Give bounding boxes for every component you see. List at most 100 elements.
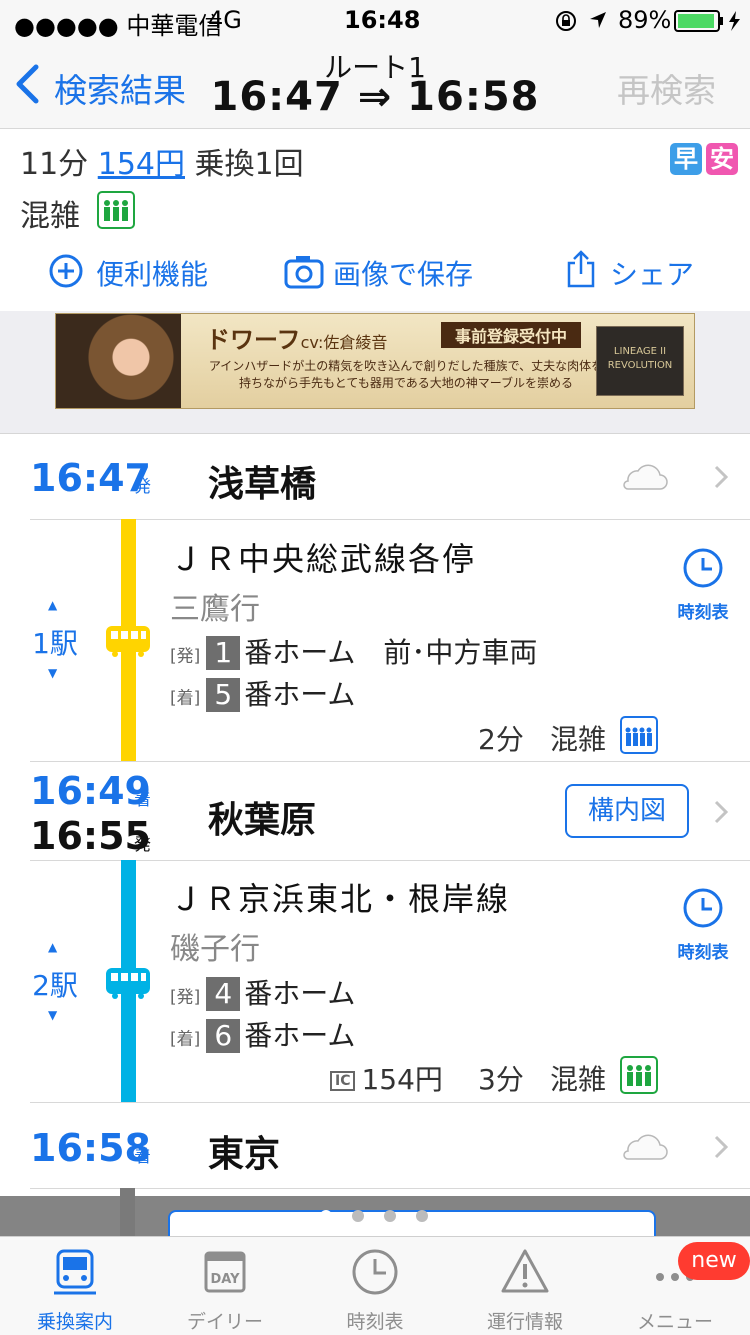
line-name-2: ＪＲ京浜東北・根岸線 [170, 880, 511, 918]
transfer-station: 秋葉原 [208, 800, 317, 841]
route-summary: 11分 154円 乗換1回 早 安 混雑 便利機能 画像で保存 シェア [0, 129, 750, 311]
tab-timetable[interactable]: 時刻表 [300, 1237, 450, 1335]
navigation-bar: 検索結果 ルート1 16:47 ⇒ 16:58 再検索 [0, 40, 750, 129]
plus-circle-icon[interactable] [48, 253, 84, 289]
total-duration: 11分 [20, 147, 89, 182]
ad-logo: LINEAGE II REVOLUTION [596, 326, 684, 396]
departure-suffix: 発 [134, 835, 151, 855]
timetable-label-1: 時刻表 [677, 603, 729, 623]
battery-percent: 89% [618, 6, 672, 34]
arrival-platform-2: [着] 6 番ホーム [170, 1019, 356, 1053]
ad-title: ドワーフcv:佐倉綾音 [206, 326, 388, 354]
location-arrow-icon [590, 12, 606, 28]
tab-bar: 乗換案内 DAY デイリー 時刻表 運行情報 メニュー [0, 1236, 750, 1335]
tab-label: 乗換案内 [36, 1311, 113, 1333]
train-front-icon [54, 1249, 96, 1295]
ad-banner[interactable]: ドワーフcv:佐倉綾音 事前登録受付中 アインハザードが土の精気を吹き込んで創り… [55, 313, 695, 409]
crowd-green-icon [620, 1056, 658, 1094]
departure-platform-2: [発] 4 番ホーム [170, 977, 356, 1011]
crowd-blue-icon [620, 716, 658, 754]
stop-count-2[interactable]: 2駅 [30, 964, 80, 1004]
divider [30, 761, 750, 762]
tab-route-search[interactable]: 乗換案内 [0, 1237, 150, 1335]
tab-service-info[interactable]: 運行情報 [450, 1237, 600, 1335]
cloud-icon [623, 464, 668, 490]
chevron-right-icon [714, 1135, 728, 1159]
clock-icon [683, 548, 723, 588]
transfer-departure-time: 16:55 [30, 814, 151, 858]
crowd-green-icon [97, 191, 135, 229]
rotation-lock-icon [556, 11, 576, 31]
start-station: 浅草橋 [208, 464, 317, 505]
status-bar: ●●●●● 中華電信 4G 16:48 89% [0, 0, 750, 40]
ad-character-image [56, 314, 181, 408]
chevron-right-icon [714, 800, 728, 824]
timetable-label-2: 時刻表 [677, 943, 729, 963]
destination-1: 三鷹行 [170, 592, 260, 627]
end-suffix: 着 [134, 1147, 151, 1167]
ad-area: ドワーフcv:佐倉綾音 事前登録受付中 アインハザードが土の精気を吹き込んで創り… [0, 311, 750, 434]
calendar-day-icon: DAY [204, 1251, 246, 1293]
cloud-icon [623, 1134, 668, 1160]
train-icon [106, 626, 150, 657]
station-map-button[interactable]: 構内図 [565, 784, 689, 838]
transfer-count: 乗換1回 [194, 147, 304, 182]
share-icon[interactable] [566, 249, 596, 289]
timetable-button-1[interactable]: 時刻表 [670, 546, 736, 623]
arrival-platform-1: [着] 5 番ホーム [170, 678, 356, 712]
line-name-1: ＪＲ中央総武線各停 [170, 540, 477, 578]
ic-fare-2: IC 154円 [330, 1058, 443, 1098]
crowd-label-2: 混雑 [550, 1063, 607, 1096]
ride-duration-1: 2分 [478, 723, 524, 756]
expand-down-icon[interactable]: ▼ [48, 1008, 57, 1022]
save-image-button[interactable]: 画像で保存 [333, 253, 473, 293]
page-dot[interactable] [384, 1210, 396, 1222]
clock-icon [352, 1249, 398, 1295]
end-station: 東京 [208, 1134, 281, 1175]
expand-up-icon[interactable]: ▲ [48, 940, 57, 954]
chevron-right-icon [714, 465, 728, 489]
page-dot[interactable] [416, 1210, 428, 1222]
tab-label: デイリー [186, 1311, 263, 1333]
divider [30, 1188, 750, 1189]
end-time: 16:58 [30, 1126, 151, 1170]
tab-label: メニュー [636, 1311, 713, 1333]
crowd-label-1: 混雑 [550, 723, 607, 756]
ad-body: アインハザードが土の精気を吹き込んで創りだした種族で、丈夫な肉体を持ちながら手先… [208, 359, 604, 390]
page-dot-active[interactable] [320, 1210, 332, 1222]
share-button[interactable]: シェア [610, 253, 694, 293]
cheap-badge: 安 [706, 143, 738, 175]
crowd-line: 混雑 [20, 191, 80, 235]
network-type: 4G [208, 6, 242, 34]
clock-icon [683, 888, 723, 928]
day-label: DAY [210, 1272, 240, 1287]
carrier: ●●●●● 中華電信 [14, 12, 223, 40]
transfer-arrival-time: 16:49 [30, 769, 151, 813]
timetable-button-2[interactable]: 時刻表 [670, 886, 736, 963]
start-suffix: 発 [134, 477, 151, 497]
fast-badge: 早 [670, 143, 702, 175]
new-badge: new [678, 1242, 750, 1280]
crowd-label: 混雑 [20, 199, 80, 234]
status-time: 16:48 [344, 6, 421, 34]
expand-down-icon[interactable]: ▼ [48, 666, 57, 680]
page-dot[interactable] [352, 1210, 364, 1222]
battery-icon [674, 10, 740, 32]
fare-link[interactable]: 154円 [98, 147, 185, 182]
train-icon [106, 968, 150, 999]
departure-platform-1: [発] 1 番ホーム 前･中方車両 [170, 636, 538, 670]
research-button[interactable]: 再検索 [617, 64, 716, 112]
camera-icon[interactable] [284, 253, 324, 289]
ic-card-icon: IC [330, 1071, 356, 1091]
tab-daily[interactable]: DAY デイリー [150, 1237, 300, 1335]
stop-count-1[interactable]: 1駅 [30, 622, 80, 662]
summary-line: 11分 154円 乗換1回 [20, 139, 304, 183]
ad-tag: 事前登録受付中 [441, 322, 582, 348]
warning-icon [501, 1249, 549, 1293]
tab-label: 運行情報 [486, 1311, 563, 1333]
expand-up-icon[interactable]: ▲ [48, 598, 57, 612]
convenience-button[interactable]: 便利機能 [96, 253, 208, 293]
divider [30, 519, 750, 520]
divider [30, 1102, 750, 1103]
ad-cv: cv:佐倉綾音 [300, 333, 388, 352]
